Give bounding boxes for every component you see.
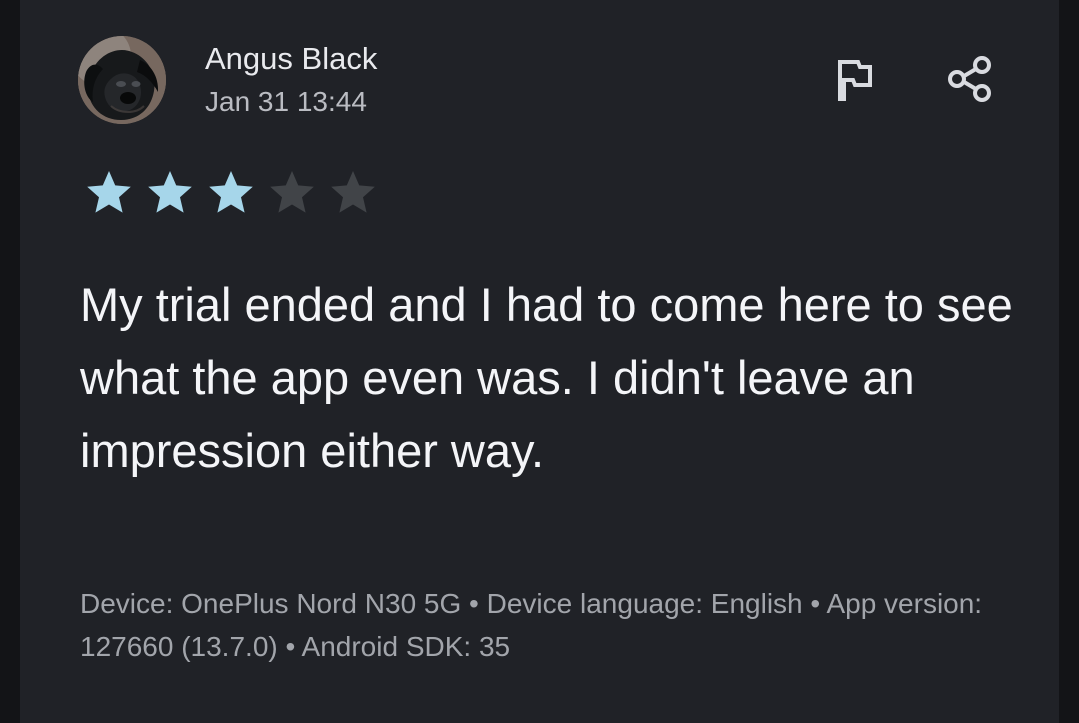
share-icon	[948, 56, 991, 102]
share-button[interactable]	[942, 51, 998, 107]
flag-icon	[838, 59, 872, 101]
star-icon-3	[202, 168, 260, 216]
dog-avatar-image	[78, 36, 166, 124]
author-avatar[interactable]	[78, 36, 166, 124]
filled-star-icon	[87, 171, 131, 213]
star-icon-2	[141, 168, 199, 216]
filled-star-icon	[209, 171, 253, 213]
star-rating	[80, 168, 382, 216]
review-text: My trial ended and I had to come here to…	[80, 278, 1013, 477]
device-info: Device: OnePlus Nord N30 5G • Device lan…	[80, 588, 983, 662]
review-date: Jan 31 13:44	[205, 86, 367, 117]
author-name: Angus Black	[205, 41, 378, 76]
filled-star-icon	[148, 171, 192, 213]
empty-star-icon	[331, 171, 375, 213]
review-card: Angus Black Jan 31 13:44 My trial ended …	[20, 0, 1059, 723]
report-button[interactable]	[827, 51, 883, 107]
empty-star-icon	[270, 171, 314, 213]
star-icon-4	[263, 168, 321, 216]
star-icon-5	[324, 168, 382, 216]
star-icon-1	[80, 168, 138, 216]
